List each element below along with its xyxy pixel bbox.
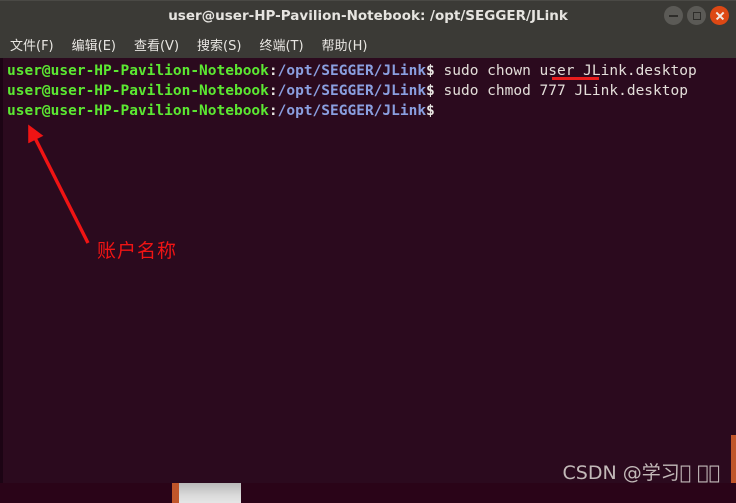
window-title: user@user-HP-Pavilion-Notebook: /opt/SEG… (168, 8, 568, 24)
menu-item-help[interactable]: 帮助(H) (320, 33, 370, 56)
scrollbar-accent (172, 483, 179, 503)
prompt-user: user@user-HP-Pavilion-Notebook (7, 83, 269, 99)
prompt-sigil: $ (426, 63, 435, 79)
prompt-colon: : (268, 103, 278, 119)
prompt-user: user@user-HP-Pavilion-Notebook (7, 63, 269, 79)
watermark-text: CSDN @学习     (562, 462, 720, 484)
close-icon[interactable] (710, 6, 729, 25)
title-bar[interactable]: user@user-HP-Pavilion-Notebook: /opt/SEG… (0, 0, 736, 30)
menu-item-view[interactable]: 查看(V) (132, 33, 181, 56)
menu-item-file[interactable]: 文件(F) (8, 33, 56, 56)
terminal-line: user@user-HP-Pavilion-Notebook:/opt/SEGG… (7, 103, 435, 119)
prompt-colon: : (268, 83, 278, 99)
terminal-window: user@user-HP-Pavilion-Notebook: /opt/SEG… (0, 0, 736, 503)
menu-bar: 文件(F) 编辑(E) 查看(V) 搜索(S) 终端(T) 帮助(H) (0, 30, 736, 58)
right-edge-accent (731, 435, 736, 483)
annotation-label: 账户名称 (97, 240, 178, 262)
maximize-icon[interactable] (687, 6, 706, 25)
prompt-colon: : (268, 63, 278, 79)
menu-item-edit[interactable]: 编辑(E) (70, 33, 118, 56)
minimize-icon[interactable] (664, 6, 683, 25)
terminal-text: user@user-HP-Pavilion-Notebook:/opt/SEGG… (7, 61, 697, 121)
menu-item-search[interactable]: 搜索(S) (195, 33, 243, 56)
menu-item-terminal[interactable]: 终端(T) (257, 33, 305, 56)
terminal-line: user@user-HP-Pavilion-Notebook:/opt/SEGG… (7, 83, 688, 99)
username-underline-annotation (552, 77, 599, 80)
prompt-path: /opt/SEGGER/JLink (277, 83, 427, 99)
terminal-output-area[interactable]: user@user-HP-Pavilion-Notebook:/opt/SEGG… (0, 58, 736, 483)
prompt-sigil: $ (426, 83, 435, 99)
window-controls (664, 6, 729, 25)
terminal-command: sudo chmod 777 JLink.desktop (434, 83, 688, 99)
prompt-path: /opt/SEGGER/JLink (277, 103, 427, 119)
prompt-sigil: $ (426, 103, 435, 119)
scrollbar-thumb[interactable] (179, 483, 241, 503)
prompt-path: /opt/SEGGER/JLink (277, 63, 427, 79)
bottom-strip (0, 483, 736, 503)
prompt-user: user@user-HP-Pavilion-Notebook (7, 103, 269, 119)
